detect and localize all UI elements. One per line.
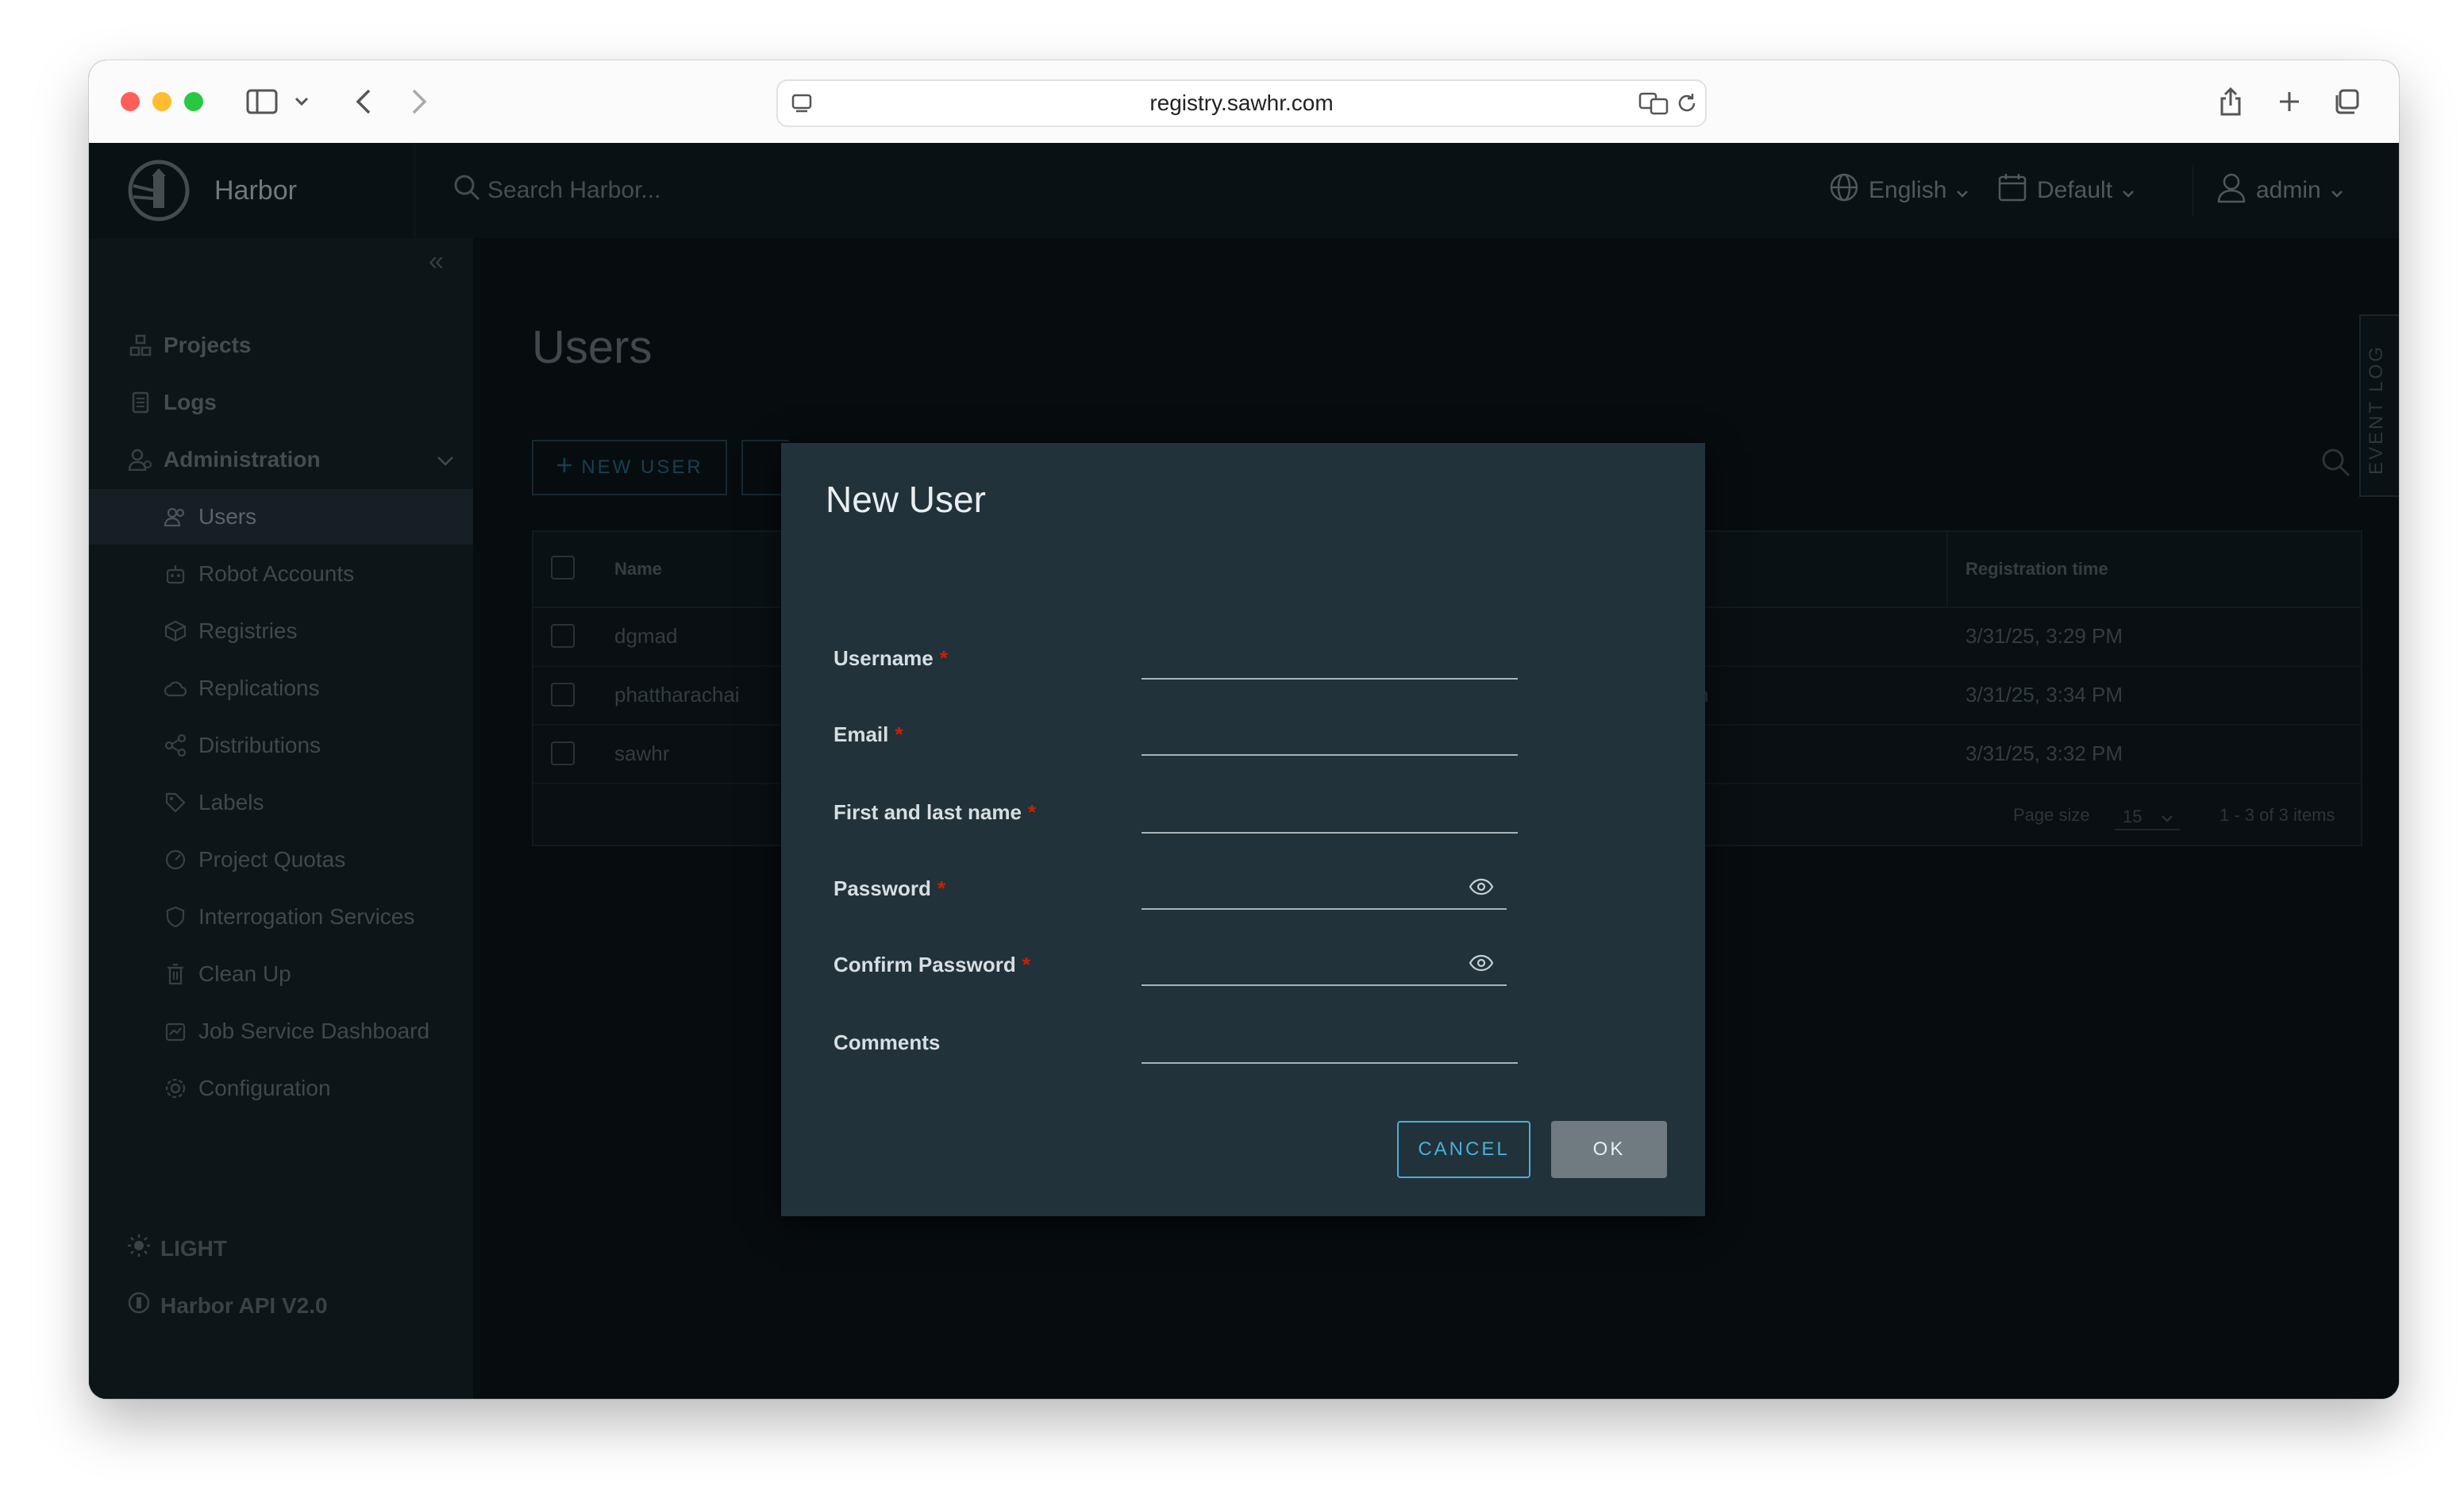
required-marker: * <box>1022 953 1030 976</box>
fullname-input[interactable] <box>1142 789 1518 834</box>
email-input[interactable] <box>1142 711 1518 756</box>
new-user-dialog: New User Username * Email * First and last… <box>781 443 1705 1216</box>
address-bar[interactable]: registry.sawhr.com <box>776 79 1707 127</box>
email-row: Email * <box>834 711 1659 768</box>
username-row: Username * <box>834 635 1659 692</box>
required-marker: * <box>937 876 945 900</box>
eye-icon[interactable] <box>1469 954 1494 976</box>
chevron-down-icon[interactable] <box>292 84 311 119</box>
minimize-window-button[interactable] <box>152 92 171 111</box>
password-row: Password * <box>834 865 1659 922</box>
username-input[interactable] <box>1142 635 1518 680</box>
reload-icon[interactable] <box>1675 89 1699 117</box>
translate-icon[interactable] <box>1638 89 1670 117</box>
required-marker: * <box>939 646 948 670</box>
forward-icon[interactable] <box>403 84 435 119</box>
eye-icon[interactable] <box>1469 878 1494 899</box>
comments-row: Comments <box>834 1019 1659 1076</box>
ok-button[interactable]: OK <box>1551 1121 1667 1178</box>
url-text: registry.sawhr.com <box>1149 91 1334 115</box>
confirm-password-row: Confirm Password * <box>834 942 1659 999</box>
confirm-password-label: Confirm Password * <box>834 953 1030 976</box>
required-marker: * <box>895 722 903 746</box>
fullname-row: First and last name * <box>834 789 1659 846</box>
confirm-password-input[interactable] <box>1142 942 1507 986</box>
dialog-title: New User <box>826 479 986 520</box>
required-marker: * <box>1027 800 1037 824</box>
zoom-window-button[interactable] <box>184 92 203 111</box>
sidebar-toggle-icon[interactable] <box>244 84 279 119</box>
password-input[interactable] <box>1142 865 1507 910</box>
back-icon[interactable] <box>348 84 379 119</box>
new-tab-icon[interactable] <box>2272 84 2307 119</box>
email-label: Email * <box>834 722 903 746</box>
tab-overview-icon[interactable] <box>2329 84 2364 119</box>
username-label: Username * <box>834 646 948 670</box>
password-label: Password * <box>834 876 945 900</box>
browser-window: registry.sawhr.com Harbor Search Harbor.… <box>89 60 2399 1399</box>
share-icon[interactable] <box>2213 84 2248 119</box>
close-window-button[interactable] <box>121 92 140 111</box>
harbor-app: Harbor Search Harbor... English Default … <box>89 143 2399 1399</box>
browser-toolbar: registry.sawhr.com <box>89 60 2399 144</box>
comments-input[interactable] <box>1142 1019 1518 1064</box>
comments-label: Comments <box>834 1030 941 1054</box>
fullname-label: First and last name * <box>834 800 1037 824</box>
cancel-button[interactable]: CANCEL <box>1397 1121 1530 1178</box>
